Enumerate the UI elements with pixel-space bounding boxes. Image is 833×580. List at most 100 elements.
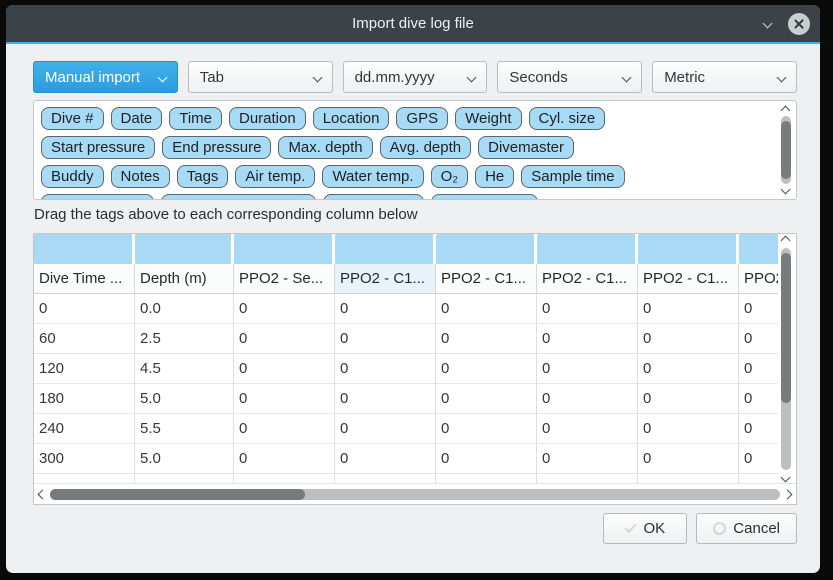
table-cell[interactable]: 0 (335, 414, 436, 444)
table-cell[interactable]: 0 (234, 294, 335, 324)
scroll-up-icon[interactable] (781, 236, 791, 246)
table-cell[interactable]: 0 (638, 444, 739, 474)
cancel-button[interactable]: Cancel (696, 513, 797, 544)
table-cell[interactable]: 0 (436, 354, 537, 384)
table-cell[interactable]: 60 (34, 324, 135, 354)
tag-o-[interactable]: O₂ (431, 165, 469, 188)
table-cell[interactable]: 0 (739, 324, 778, 354)
tag-air-temp-[interactable]: Air temp. (235, 165, 315, 188)
table-cell[interactable]: 0 (34, 294, 135, 324)
scroll-up-icon[interactable] (781, 106, 791, 116)
table-cell[interactable]: 0 (537, 444, 638, 474)
scroll-right-icon[interactable] (783, 490, 793, 500)
tag-sample-time[interactable]: Sample time (521, 165, 624, 188)
column-header[interactable]: Dive Time ... (34, 264, 135, 294)
drop-target-cell[interactable] (739, 234, 778, 264)
table-cell[interactable]: 5.0 (135, 444, 234, 474)
table-cell[interactable]: 4.5 (135, 354, 234, 384)
tag-sample-depth[interactable]: Sample depth (41, 194, 154, 200)
table-horizontal-scrollbar[interactable] (34, 483, 796, 504)
scroll-down-icon[interactable] (781, 473, 791, 483)
tag-sample-po-[interactable]: Sample pO₂ (323, 194, 424, 200)
scrollbar-thumb[interactable] (50, 489, 305, 500)
table-cell[interactable]: 0 (537, 294, 638, 324)
tag-end-pressure[interactable]: End pressure (162, 136, 271, 159)
drop-target-cell[interactable] (436, 234, 537, 264)
tag-buddy[interactable]: Buddy (41, 165, 104, 188)
column-header[interactable]: PPO2 (739, 264, 778, 294)
table-cell[interactable]: 0 (638, 354, 739, 384)
dropdown-manual-import[interactable]: Manual import (33, 61, 178, 93)
tag-he[interactable]: He (475, 165, 514, 188)
table-cell[interactable]: 0 (739, 384, 778, 414)
tag-dive-[interactable]: Dive # (41, 107, 104, 130)
close-button[interactable] (788, 13, 810, 35)
table-cell[interactable]: 0 (739, 294, 778, 324)
tag-start-pressure[interactable]: Start pressure (41, 136, 155, 159)
drop-target-cell[interactable] (638, 234, 739, 264)
table-cell[interactable]: 5.5 (135, 414, 234, 444)
title-bar[interactable]: Import dive log file (6, 5, 820, 42)
table-vertical-scrollbar[interactable] (777, 234, 795, 484)
tag-divemaster[interactable]: Divemaster (478, 136, 574, 159)
table-cell[interactable]: 0 (335, 384, 436, 414)
column-header[interactable]: Depth (m) (135, 264, 234, 294)
dropdown-seconds[interactable]: Seconds (497, 61, 642, 93)
tag-sample-temperature[interactable]: Sample temperature (161, 194, 317, 200)
tag-sample-cns[interactable]: Sample CNS (431, 194, 538, 200)
tag-location[interactable]: Location (313, 107, 390, 130)
tag-date[interactable]: Date (111, 107, 163, 130)
tag-gps[interactable]: GPS (396, 107, 448, 130)
table-cell[interactable]: 5.0 (135, 384, 234, 414)
column-header[interactable]: PPO2 - C1... (436, 264, 537, 294)
table-cell[interactable]: 300 (34, 444, 135, 474)
dropdown-tab[interactable]: Tab (188, 61, 333, 93)
table-cell[interactable]: 180 (34, 384, 135, 414)
tag-notes[interactable]: Notes (111, 165, 170, 188)
table-cell[interactable]: 0 (436, 444, 537, 474)
dropdown-metric[interactable]: Metric (652, 61, 797, 93)
table-cell[interactable]: 0 (537, 324, 638, 354)
shade-button[interactable] (758, 15, 776, 33)
column-header[interactable]: PPO2 - C1... (537, 264, 638, 294)
table-cell[interactable]: 0 (537, 414, 638, 444)
table-cell[interactable]: 0 (436, 384, 537, 414)
drop-target-cell[interactable] (34, 234, 135, 264)
column-header[interactable]: PPO2 - Se... (234, 264, 335, 294)
table-cell[interactable]: 0 (436, 324, 537, 354)
table-cell[interactable]: 0 (739, 354, 778, 384)
table-cell[interactable]: 0 (234, 414, 335, 444)
table-cell[interactable]: 0 (638, 384, 739, 414)
tag-tags[interactable]: Tags (177, 165, 229, 188)
table-cell[interactable]: 0 (537, 384, 638, 414)
table-cell[interactable]: 120 (34, 354, 135, 384)
table-cell[interactable]: 0 (335, 324, 436, 354)
scrollbar-thumb[interactable] (781, 121, 791, 179)
table-cell[interactable]: 0 (234, 354, 335, 384)
tag-max-depth[interactable]: Max. depth (278, 136, 372, 159)
tag-weight[interactable]: Weight (455, 107, 521, 130)
table-cell[interactable]: 240 (34, 414, 135, 444)
table-cell[interactable]: 0 (638, 324, 739, 354)
table-cell[interactable]: 0 (638, 294, 739, 324)
column-header[interactable]: PPO2 - C1... (335, 264, 436, 294)
scroll-left-icon[interactable] (38, 490, 48, 500)
ok-button[interactable]: OK (603, 513, 687, 544)
table-cell[interactable]: 2.5 (135, 324, 234, 354)
table-cell[interactable]: 0 (335, 444, 436, 474)
table-cell[interactable]: 0 (537, 354, 638, 384)
table-cell[interactable]: 0 (739, 414, 778, 444)
table-cell[interactable]: 0 (739, 444, 778, 474)
drop-target-cell[interactable] (537, 234, 638, 264)
table-cell[interactable]: 0 (436, 414, 537, 444)
table-cell[interactable]: 0 (234, 444, 335, 474)
table-cell[interactable]: 0 (234, 384, 335, 414)
tag-time[interactable]: Time (169, 107, 222, 130)
tag-cyl-size[interactable]: Cyl. size (529, 107, 606, 130)
tag-avg-depth[interactable]: Avg. depth (380, 136, 471, 159)
scrollbar-thumb[interactable] (781, 253, 791, 403)
tag-water-temp-[interactable]: Water temp. (322, 165, 423, 188)
table-cell[interactable]: 0.0 (135, 294, 234, 324)
drop-target-cell[interactable] (335, 234, 436, 264)
dropdown-dd-mm-yyyy[interactable]: dd.mm.yyyy (343, 61, 488, 93)
